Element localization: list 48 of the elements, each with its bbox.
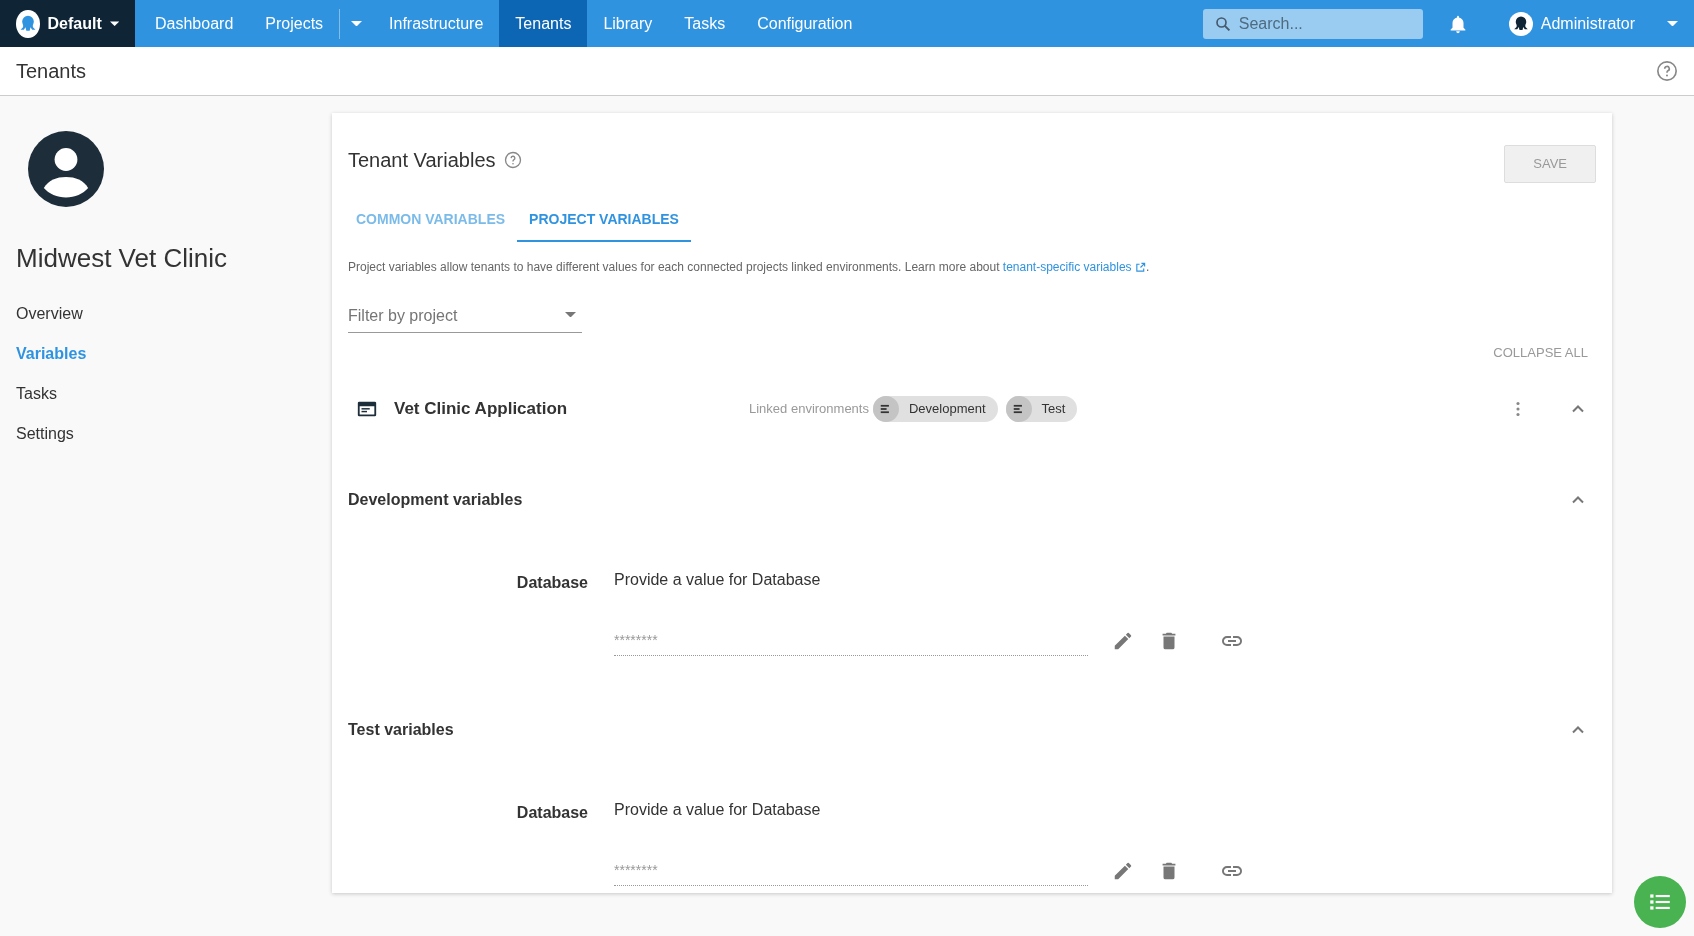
tab[interactable]: PROJECT VARIABLES [517,198,691,242]
more-button[interactable] [1516,402,1520,417]
sidebar-link[interactable]: Settings [16,414,74,454]
description-text: Project variables allow tenants to have different values for each connected projects linked environments. Learn more about tenant-specific variables . [348,258,1151,276]
nav-tab[interactable]: Library [587,0,669,47]
task-list-button[interactable] [1634,876,1686,928]
user-avatar-icon [1508,11,1533,36]
project-name: Vet Clinic Application [394,398,569,421]
linked-environments-label: Linked environments [749,400,869,419]
tenant-name: Midwest Vet Clinic [16,242,228,275]
person-avatar-icon [28,131,104,207]
variable-hint: Provide a value for Database [614,570,822,591]
section-title: Development variables [348,490,523,511]
help-icon [503,151,522,169]
sidebar-link[interactable]: Tasks [16,374,57,414]
octopus-logo-icon [16,9,40,38]
environment-chip: Development [872,396,998,423]
nav-tab[interactable]: Tenants [499,0,588,47]
caret-icon [1667,20,1678,27]
nav-tab[interactable]: Infrastructure [373,0,500,47]
panel-title: Tenant Variables [348,148,496,173]
search-field[interactable]: Search... [1202,8,1423,39]
caret-icon [351,20,363,27]
page-title: Tenants [16,59,87,84]
environment-chip: Test [1005,396,1078,423]
variable-hint: Provide a value for Database [614,800,822,821]
collapse-all-button[interactable]: COLLAPSE ALL [1493,344,1588,361]
variable-name: Database [515,803,588,824]
sidebar-link[interactable]: Variables [16,334,87,374]
caret-icon [565,311,576,317]
section-title: Test variables [348,720,454,741]
more-vertical-icon [1516,402,1520,417]
help-button[interactable] [1656,60,1678,82]
external-link-icon [1134,261,1146,273]
nav-tab[interactable]: Dashboard [139,0,250,47]
nav-tab[interactable]: Tasks [668,0,742,47]
user-menu[interactable]: Administrator [1492,0,1651,47]
tenant-variables-link[interactable]: tenant-specific variables [1002,259,1146,274]
nav-tab[interactable]: Projects [249,0,340,47]
variable-name: Database [515,573,588,594]
sidebar-link[interactable]: Overview [16,294,83,334]
search-icon [1213,14,1232,33]
user-menu-caret[interactable] [1667,20,1678,27]
caret-icon [109,20,119,27]
space-switcher[interactable]: Default [0,0,135,47]
tab[interactable]: COMMON VARIABLES [344,198,518,242]
help-icon [1656,60,1678,82]
nav-tab[interactable]: Configuration [741,0,869,47]
